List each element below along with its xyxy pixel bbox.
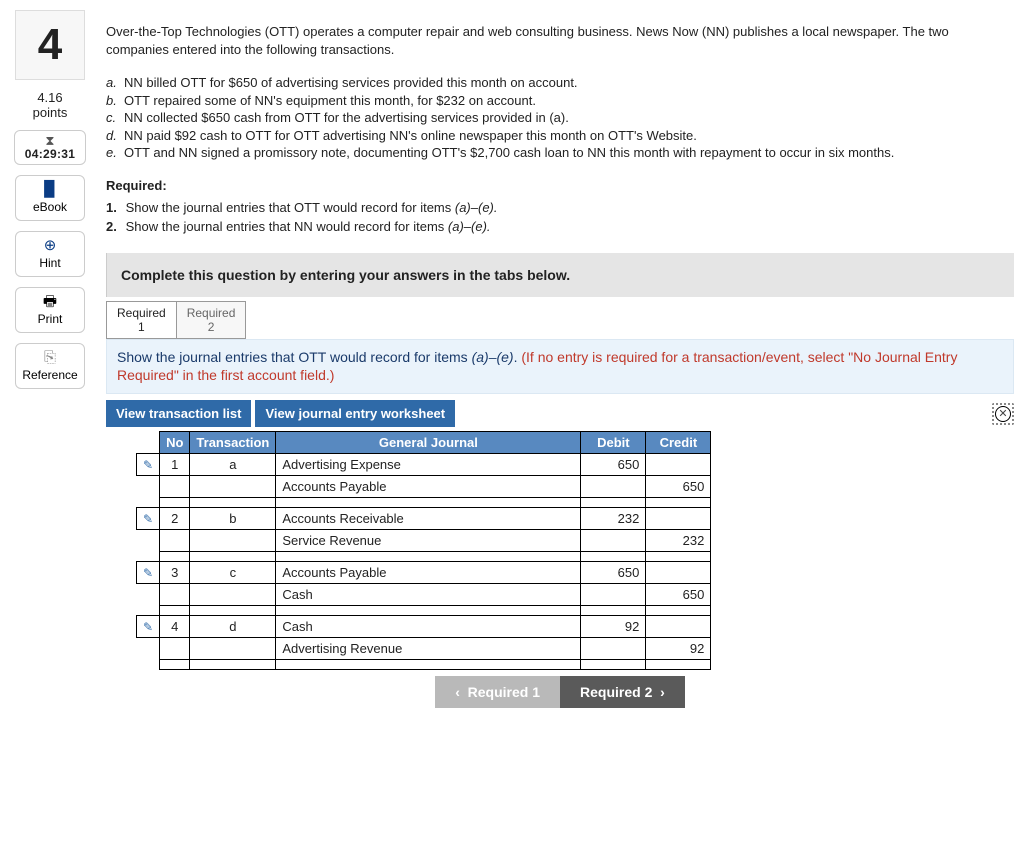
view-journal-worksheet-button[interactable]: View journal entry worksheet: [255, 400, 455, 427]
nav-next-button[interactable]: Required 2 ›: [560, 676, 685, 708]
edit-row-button[interactable]: ✎: [137, 616, 160, 638]
points-label: points: [33, 105, 68, 120]
tab-required-1[interactable]: Required 1: [106, 301, 177, 339]
table-row: ✎ 2 b Accounts Receivable 232: [137, 508, 711, 530]
edit-row-button[interactable]: ✎: [137, 562, 160, 584]
hint-icon: ⊕: [44, 238, 57, 253]
transaction-b: OTT repaired some of NN's equipment this…: [124, 93, 536, 108]
reference-label: Reference: [22, 368, 77, 382]
nav-next-label: Required 2: [580, 684, 652, 700]
timer-value: 04:29:31: [25, 147, 75, 161]
prompt-pre: Show the journal entries that OTT would …: [117, 349, 472, 365]
reference-icon: ⎘: [44, 350, 56, 365]
chevron-right-icon: ›: [660, 684, 665, 700]
req2-pre: Show the journal entries that NN would r…: [126, 219, 448, 234]
nav-prev-label: Required 1: [468, 684, 540, 700]
col-credit: Credit: [646, 432, 711, 454]
table-row: ✎ 4 d Cash 92: [137, 616, 711, 638]
pencil-icon: ✎: [143, 458, 153, 472]
col-no: No: [160, 432, 190, 454]
tab-required-2[interactable]: Required 2: [176, 301, 247, 339]
table-row: Accounts Payable 650: [137, 476, 711, 498]
pencil-icon: ✎: [143, 566, 153, 580]
req1-pre: Show the journal entries that OTT would …: [126, 200, 455, 215]
ebook-button[interactable]: ▉ eBook: [15, 175, 85, 221]
pencil-icon: ✎: [143, 620, 153, 634]
transaction-d: NN paid $92 cash to OTT for OTT advertis…: [124, 128, 697, 143]
close-button[interactable]: ✕: [992, 403, 1014, 425]
pencil-icon: ✎: [143, 512, 153, 526]
required-heading: Required:: [106, 178, 1014, 193]
col-debit: Debit: [581, 432, 646, 454]
view-transaction-list-button[interactable]: View transaction list: [106, 400, 251, 427]
book-icon: ▉: [44, 182, 56, 197]
nav-prev-button[interactable]: ‹ Required 1: [435, 676, 560, 708]
tabstrip: Required 1 Required 2: [106, 301, 1014, 339]
journal-table: No Transaction General Journal Debit Cre…: [136, 431, 711, 670]
timer-badge: ⧗ 04:29:31: [14, 130, 86, 165]
question-number: 4: [38, 20, 62, 70]
transaction-list: a.NN billed OTT for $650 of advertising …: [106, 74, 1014, 162]
transaction-a: NN billed OTT for $650 of advertising se…: [124, 75, 578, 90]
points-display: 4.16 points: [33, 90, 68, 120]
hourglass-icon: ⧗: [45, 134, 54, 147]
print-button[interactable]: 🖶 Print: [15, 287, 85, 333]
edit-row-button[interactable]: ✎: [137, 508, 160, 530]
question-number-box: 4: [15, 10, 85, 80]
edit-row-button[interactable]: ✎: [137, 454, 160, 476]
table-row: Advertising Revenue 92: [137, 638, 711, 660]
intro-text: Over-the-Top Technologies (OTT) operates…: [106, 23, 1014, 58]
required-items: 1. Show the journal entries that OTT wou…: [106, 199, 1014, 237]
print-icon: 🖶: [43, 294, 57, 309]
req2-ital: (a)–(e).: [448, 219, 491, 234]
hint-label: Hint: [39, 256, 60, 270]
table-row: Cash 650: [137, 584, 711, 606]
chevron-left-icon: ‹: [455, 684, 460, 700]
table-row: Service Revenue 232: [137, 530, 711, 552]
hint-button[interactable]: ⊕ Hint: [15, 231, 85, 277]
table-row: ✎ 3 c Accounts Payable 650: [137, 562, 711, 584]
print-label: Print: [38, 312, 63, 326]
close-icon: ✕: [995, 406, 1011, 422]
transaction-c: NN collected $650 cash from OTT for the …: [124, 110, 569, 125]
ebook-label: eBook: [33, 200, 67, 214]
table-row: ✎ 1 a Advertising Expense 650: [137, 454, 711, 476]
col-transaction: Transaction: [190, 432, 276, 454]
req1-ital: (a)–(e).: [455, 200, 498, 215]
prompt-box: Show the journal entries that OTT would …: [106, 339, 1014, 395]
prompt-ital: (a)–(e): [472, 349, 514, 365]
reference-button[interactable]: ⎘ Reference: [15, 343, 85, 389]
transaction-e: OTT and NN signed a promissory note, doc…: [124, 145, 894, 160]
points-value: 4.16: [33, 90, 68, 105]
instruction-bar: Complete this question by entering your …: [106, 253, 1014, 297]
col-general: General Journal: [276, 432, 581, 454]
